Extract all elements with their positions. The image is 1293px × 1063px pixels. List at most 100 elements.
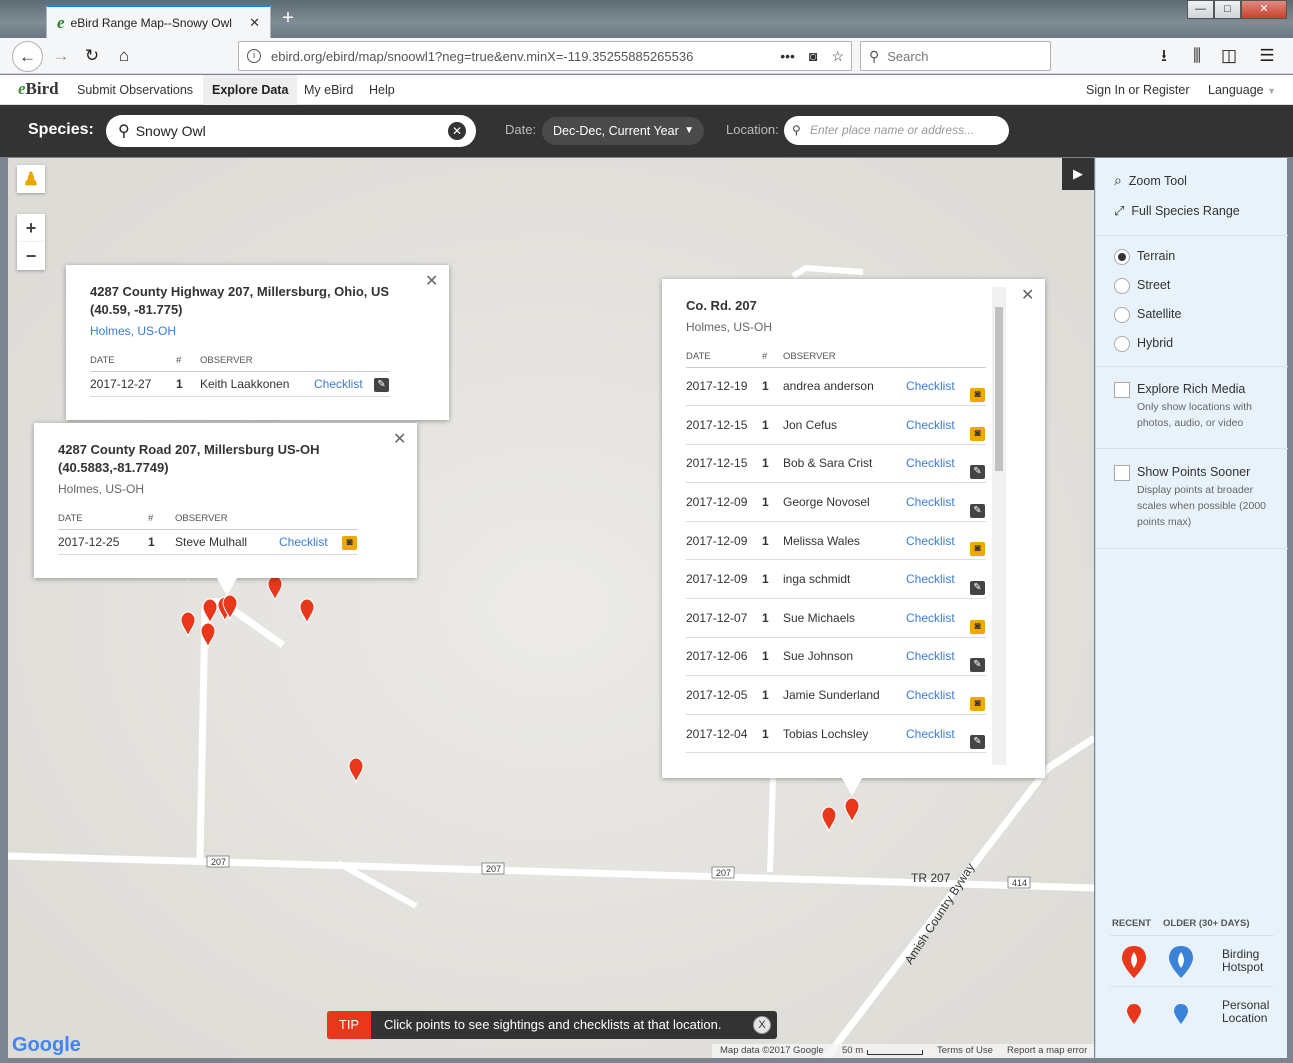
location-input[interactable]: ⚲ Enter place name or address... xyxy=(784,116,1009,145)
forward-icon[interactable]: → xyxy=(47,42,75,70)
rich-media-option[interactable]: Explore Rich Media Only show locations w… xyxy=(1114,382,1279,431)
url-bar[interactable]: i ebird.org/ebird/map/snoowl1?neg=true&e… xyxy=(238,41,852,71)
url-text[interactable]: ebird.org/ebird/map/snoowl1?neg=true&env… xyxy=(271,49,773,64)
terrain-radio[interactable] xyxy=(1114,249,1130,265)
row-observer: George Novosel xyxy=(783,482,906,522)
location-popup: ✕ 4287 County Road 207, Millersburg US-O… xyxy=(34,423,417,596)
legend-hotspot-markers xyxy=(1122,946,1193,978)
collapse-sidebar-icon[interactable]: ▶ xyxy=(1062,158,1094,190)
sidebar-icon[interactable]: ◫ xyxy=(1215,42,1243,70)
checklist-link[interactable]: Checklist xyxy=(906,649,955,663)
points-sooner-option[interactable]: Show Points Sooner Display points at bro… xyxy=(1114,465,1279,530)
site-info-icon[interactable]: i xyxy=(247,49,261,63)
page-actions-icon[interactable]: ••• xyxy=(780,48,795,64)
nav-explore-data[interactable]: Explore Data xyxy=(203,75,298,105)
checklist-link[interactable]: Checklist xyxy=(906,456,955,470)
tab-close-icon[interactable]: ✕ xyxy=(249,15,260,31)
row-observer: inga schmidt xyxy=(783,559,906,600)
browser-search-bar[interactable]: ⚲ Search xyxy=(860,41,1051,71)
full-species-range-button[interactable]: ⤢ Full Species Range xyxy=(1114,203,1240,219)
close-icon[interactable]: ✕ xyxy=(425,271,438,291)
zoom-tool-label: Zoom Tool xyxy=(1128,174,1187,188)
checklist-link[interactable]: Checklist xyxy=(906,418,955,432)
species-value[interactable]: Snowy Owl xyxy=(136,123,206,139)
layer-terrain[interactable]: Terrain xyxy=(1114,249,1264,267)
pocket-icon[interactable]: ◙ xyxy=(809,48,817,64)
home-icon[interactable]: ⌂ xyxy=(110,42,138,70)
report-error-link[interactable]: Report a map error xyxy=(1007,1044,1087,1058)
tip-label: TIP xyxy=(327,1011,371,1039)
street-view-pegman-icon[interactable]: ♟ xyxy=(17,165,45,193)
close-icon[interactable]: ✕ xyxy=(1021,285,1034,305)
close-icon[interactable]: ✕ xyxy=(393,429,406,449)
zoom-tool-button[interactable]: ⌕ Zoom Tool xyxy=(1114,172,1187,189)
sightings-scroll-area[interactable]: DATE # OBSERVER 2017-12-19 1 andrea anders… xyxy=(686,347,986,765)
hybrid-radio[interactable] xyxy=(1114,336,1130,352)
satellite-radio[interactable] xyxy=(1114,307,1130,323)
checklist-link[interactable]: Checklist xyxy=(279,535,328,549)
legend-personal-markers xyxy=(1127,1004,1188,1024)
language-label: Language xyxy=(1208,83,1264,97)
row-observer: Melissa Wales xyxy=(783,521,906,561)
ebird-logo[interactable]: eBird xyxy=(18,79,59,99)
new-tab-icon[interactable]: + xyxy=(277,6,299,30)
download-icon[interactable]: ⭳ xyxy=(1150,42,1178,70)
zoom-out-button[interactable]: − xyxy=(17,242,45,270)
layer-hybrid[interactable]: Hybrid xyxy=(1114,336,1264,354)
sign-in-link[interactable]: Sign In or Register xyxy=(1077,75,1199,105)
layer-street[interactable]: Street xyxy=(1114,278,1264,296)
zoom-in-button[interactable]: + xyxy=(17,214,45,242)
minimize-icon[interactable]: — xyxy=(1187,0,1214,19)
divider xyxy=(1096,448,1288,449)
chevron-down-icon: ▼ xyxy=(1267,86,1277,96)
checklist-link[interactable]: Checklist xyxy=(906,572,955,586)
maximize-icon[interactable]: □ xyxy=(1214,0,1241,19)
window-close-icon[interactable]: ✕ xyxy=(1241,0,1287,19)
row-date: 2017-12-05 xyxy=(686,675,762,715)
checklist-link[interactable]: Checklist xyxy=(314,377,363,391)
checklist-link[interactable]: Checklist xyxy=(906,534,955,548)
scale-label: 50 m xyxy=(842,1045,864,1056)
points-sooner-checkbox[interactable] xyxy=(1114,465,1130,481)
reload-icon[interactable]: ↻ xyxy=(78,42,106,70)
nav-my-ebird[interactable]: My eBird xyxy=(295,75,362,105)
tip-close-button[interactable]: X xyxy=(753,1016,771,1034)
divider xyxy=(1110,986,1274,987)
library-icon[interactable]: ⫼ xyxy=(1183,42,1211,70)
scrollbar[interactable] xyxy=(992,287,1006,765)
browser-tab[interactable]: e eBird Range Map--Snowy Owl ✕ xyxy=(46,5,271,38)
nav-help[interactable]: Help xyxy=(360,75,404,105)
table-row: 2017-12-05 1 Jamie Sunderland Checklist ◙ xyxy=(686,675,986,715)
checklist-link[interactable]: Checklist xyxy=(906,688,955,702)
menu-icon[interactable]: ☰ xyxy=(1253,42,1281,70)
bookmark-star-icon[interactable]: ☆ xyxy=(831,48,844,65)
row-count: 1 xyxy=(762,444,783,484)
tip-message: Click points to see sightings and checkl… xyxy=(384,1017,722,1032)
scrollbar-thumb[interactable] xyxy=(995,307,1003,471)
row-count: 1 xyxy=(762,637,783,677)
popup-region-link[interactable]: Holmes, US-OH xyxy=(90,324,390,338)
nav-submit-observations[interactable]: Submit Observations xyxy=(68,75,202,105)
checklist-link[interactable]: Checklist xyxy=(906,379,955,393)
checklist-link[interactable]: Checklist xyxy=(906,727,955,741)
species-input[interactable]: ⚲ Snowy Owl ✕ xyxy=(106,115,476,147)
row-count: 1 xyxy=(762,367,783,407)
language-menu[interactable]: Language ▼ xyxy=(1199,75,1285,105)
logo-e: e xyxy=(18,79,26,98)
divider xyxy=(1096,366,1288,367)
row-observer: Keith Laakkonen xyxy=(200,371,314,397)
back-icon[interactable]: ← xyxy=(12,41,43,72)
row-date: 2017-12-15 xyxy=(686,444,762,484)
checklist-link[interactable]: Checklist xyxy=(906,495,955,509)
row-count: 1 xyxy=(762,521,783,561)
terms-link[interactable]: Terms of Use xyxy=(937,1044,993,1058)
checklist-link[interactable]: Checklist xyxy=(906,611,955,625)
clear-species-icon[interactable]: ✕ xyxy=(448,122,466,140)
rich-media-desc: Only show locations with photos, audio, … xyxy=(1137,401,1252,429)
layer-satellite[interactable]: Satellite xyxy=(1114,307,1264,325)
sightings-table: DATE # OBSERVER 2017-12-27 1 Keith Laakk… xyxy=(90,351,390,397)
map-sidebar: ⌕ Zoom Tool ⤢ Full Species Range Terrain… xyxy=(1095,158,1288,1058)
rich-media-checkbox[interactable] xyxy=(1114,382,1130,398)
date-select[interactable]: Dec-Dec, Current Year ▼ xyxy=(542,117,704,145)
street-radio[interactable] xyxy=(1114,278,1130,294)
